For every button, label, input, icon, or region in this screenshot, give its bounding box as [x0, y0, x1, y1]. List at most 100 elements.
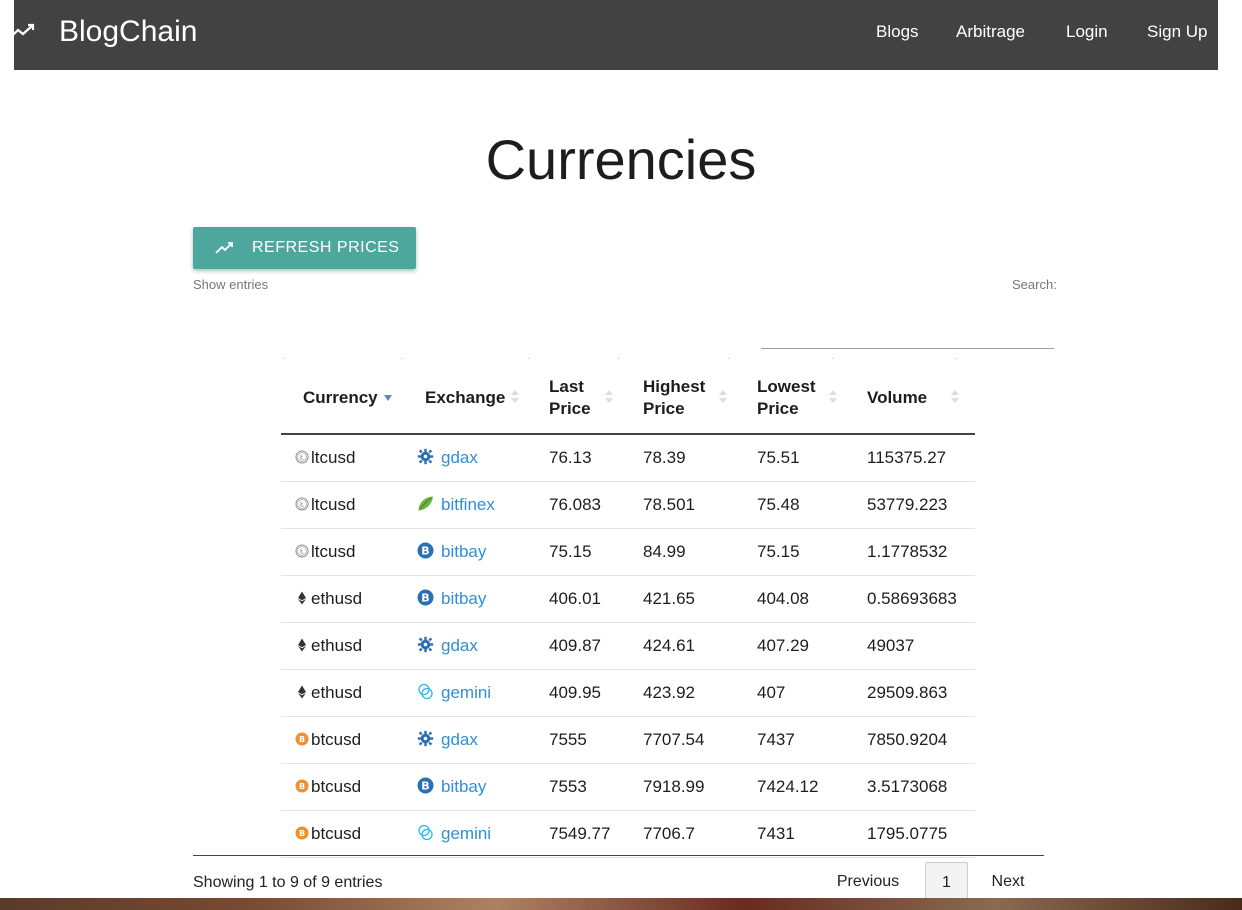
- currency-cell: Bbtcusd: [281, 810, 403, 858]
- svg-text:Ł: Ł: [299, 547, 304, 555]
- highest-price-cell: 421.65: [621, 575, 735, 623]
- entries-info: Showing 1 to 9 of 9 entries: [193, 874, 383, 891]
- table-row: ethusd gdax 409.87 424.61 407.29 49037: [281, 622, 975, 670]
- volume-cell: 115375.27: [845, 434, 975, 482]
- last-price-cell: 406.01: [527, 575, 621, 623]
- header-label: Last Price: [549, 376, 591, 418]
- currency-cell: Bbtcusd: [281, 716, 403, 764]
- currency-pair: ethusd: [311, 682, 363, 702]
- table-row: Bbtcusd gdax 7555 7707.54 7437 7850.9204: [281, 716, 975, 764]
- nav-blogs-link[interactable]: Blogs: [876, 20, 919, 44]
- currency-pair: btcusd: [311, 823, 362, 843]
- litecoin-icon: Ł: [295, 496, 309, 510]
- currency-cell: ethusd: [281, 575, 403, 623]
- page-1-button[interactable]: 1: [925, 862, 968, 902]
- sort-icon: [605, 390, 613, 406]
- header-label: Lowest Price: [757, 376, 816, 418]
- highest-price-cell: 7707.54: [621, 716, 735, 764]
- refresh-prices-button[interactable]: REFRESH PRICES: [193, 227, 416, 269]
- previous-page-button[interactable]: Previous: [822, 862, 914, 902]
- table-row: Łltcusd Bbitbay 75.15 84.99 75.15 1.1778532: [281, 528, 975, 576]
- exchange-cell: gdax: [403, 622, 527, 670]
- lowest-price-cell: 407.29: [735, 622, 845, 670]
- table-row: ethusd Bbitbay 406.01 421.65 404.08 0.5869368…: [281, 575, 975, 623]
- bitcoin-icon: B: [295, 731, 309, 745]
- exchange-cell: bitfinex: [403, 481, 527, 529]
- table-bottom-rule: [193, 855, 1044, 856]
- lowest-price-cell: 7424.12: [735, 763, 845, 811]
- search-input[interactable]: [761, 322, 1054, 349]
- exchange-link[interactable]: bitfinex: [441, 495, 495, 514]
- last-price-cell: 76.13: [527, 434, 621, 482]
- nav-arbitrage-link[interactable]: Arbitrage: [956, 20, 1025, 44]
- exchange-link[interactable]: bitbay: [441, 589, 486, 608]
- search-label: Search:: [1012, 277, 1057, 292]
- sort-icon: [829, 390, 837, 406]
- column-header-lowest-price[interactable]: Lowest Price: [735, 362, 845, 435]
- column-header-highest-price[interactable]: Highest Price: [621, 362, 735, 435]
- lowest-price-cell: 7431: [735, 810, 845, 858]
- volume-cell: 3.5173068: [845, 763, 975, 811]
- page-title: Currencies: [485, 128, 757, 191]
- exchange-cell: Bbitbay: [403, 763, 527, 811]
- last-price-cell: 76.083: [527, 481, 621, 529]
- highest-price-cell: 78.501: [621, 481, 735, 529]
- litecoin-icon: Ł: [295, 449, 309, 464]
- exchange-link[interactable]: gemini: [441, 824, 491, 843]
- currency-pair: ethusd: [311, 635, 363, 655]
- exchange-cell: gdax: [403, 716, 527, 764]
- exchange-link[interactable]: bitbay: [441, 542, 486, 561]
- highest-price-cell: 7706.7: [621, 810, 735, 858]
- currency-pair: ltcusd: [311, 541, 356, 561]
- background-image-strip: [0, 898, 1242, 910]
- table-header-row: Currency Exchange Last Price Highest Pri…: [281, 362, 975, 435]
- volume-cell: 0.58693683: [845, 575, 975, 623]
- trending-up-icon: [9, 23, 35, 39]
- nav-login-link[interactable]: Login: [1066, 20, 1108, 44]
- currency-pair: btcusd: [311, 729, 362, 749]
- currencies-table: Currency Exchange Last Price Highest Pri…: [281, 362, 975, 858]
- column-header-exchange[interactable]: Exchange: [403, 362, 527, 435]
- svg-text:Ł: Ł: [299, 453, 304, 461]
- svg-text:B: B: [299, 735, 305, 744]
- trending-up-icon: [215, 242, 233, 254]
- exchange-link[interactable]: gdax: [441, 636, 478, 655]
- header-label: Volume: [867, 387, 928, 407]
- exchange-cell: Bbitbay: [403, 528, 527, 576]
- next-page-button[interactable]: Next: [978, 862, 1038, 902]
- lowest-price-cell: 75.48: [735, 481, 845, 529]
- exchange-cell: gdax: [403, 434, 527, 482]
- volume-cell: 7850.9204: [845, 716, 975, 764]
- ethereum-icon: [295, 684, 309, 698]
- volume-cell: 1795.0775: [845, 810, 975, 858]
- lowest-price-cell: 407: [735, 669, 845, 717]
- volume-cell: 1.1778532: [845, 528, 975, 576]
- highest-price-cell: 423.92: [621, 669, 735, 717]
- exchange-cell: gemini: [403, 810, 527, 858]
- gdax-icon: [417, 730, 434, 747]
- sort-icon: [511, 390, 519, 406]
- exchange-link[interactable]: gdax: [441, 448, 478, 467]
- table-row: Bbtcusd Bbitbay 7553 7918.99 7424.12 3.517306…: [281, 763, 975, 811]
- currency-cell: Łltcusd: [281, 481, 403, 529]
- exchange-link[interactable]: gemini: [441, 683, 491, 702]
- column-header-last-price[interactable]: Last Price: [527, 362, 621, 435]
- refresh-prices-label: REFRESH PRICES: [252, 239, 400, 256]
- currency-pair: ethusd: [311, 588, 363, 608]
- column-header-volume[interactable]: Volume: [845, 362, 975, 435]
- gemini-icon: [417, 683, 434, 700]
- brand-logo-text[interactable]: BlogChain: [59, 12, 197, 52]
- currency-pair: btcusd: [311, 776, 362, 796]
- exchange-link[interactable]: bitbay: [441, 777, 486, 796]
- bitbay-icon: B: [417, 542, 434, 559]
- ethereum-icon: [295, 637, 309, 651]
- ethereum-icon: [295, 590, 309, 604]
- lowest-price-cell: 404.08: [735, 575, 845, 623]
- currency-pair: ltcusd: [311, 494, 356, 514]
- column-header-currency[interactable]: Currency: [281, 362, 403, 435]
- highest-price-cell: 424.61: [621, 622, 735, 670]
- gdax-icon: [417, 636, 434, 653]
- nav-signup-link[interactable]: Sign Up: [1147, 20, 1207, 44]
- table-row: Bbtcusd gemini 7549.77 7706.7 7431 1795.0775: [281, 810, 975, 858]
- exchange-link[interactable]: gdax: [441, 730, 478, 749]
